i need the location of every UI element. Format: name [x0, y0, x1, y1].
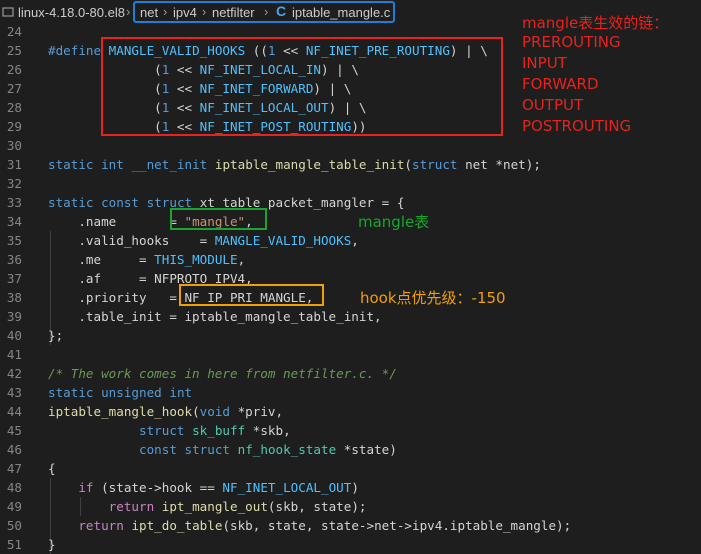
chain-postrouting: POSTROUTING [522, 117, 632, 135]
chevron-right-icon: › [202, 4, 207, 19]
code-text: .valid_hooks = MANGLE_VALID_HOOKS, [48, 233, 359, 248]
code-line[interactable]: 35 .valid_hooks = MANGLE_VALID_HOOKS, [0, 231, 701, 250]
code-line[interactable]: 36 .me = THIS_MODULE, [0, 250, 701, 269]
line-number: 39 [6, 309, 22, 324]
line-number: 35 [6, 233, 22, 248]
line-number: 34 [6, 214, 22, 229]
code-text: static int __net_init iptable_mangle_tab… [48, 157, 541, 172]
line-number: 50 [6, 518, 22, 533]
code-text: struct sk_buff *skb, [139, 423, 291, 438]
folder-icon [2, 7, 14, 17]
code-line[interactable]: 40}; [0, 326, 701, 345]
code-line[interactable]: 43 static unsigned int [0, 383, 701, 402]
code-line[interactable]: 49 return ipt_mangle_out(skb, state); [0, 497, 701, 516]
line-number: 47 [6, 461, 22, 476]
breadcrumb-folder[interactable]: linux-4.18.0-80.el8 [18, 5, 125, 20]
chains-title-annotation: mangle表生效的链： [522, 14, 669, 32]
code-text: { [48, 461, 56, 476]
line-number: 38 [6, 290, 22, 305]
line-number: 42 [6, 366, 22, 381]
name-highlight-box [170, 208, 267, 230]
code-text: iptable_mangle_hook(void *priv, [48, 404, 284, 419]
code-line[interactable]: 37 .af = NFPROTO_IPV4, [0, 269, 701, 288]
code-line[interactable]: 44 iptable_mangle_hook(void *priv, [0, 402, 701, 421]
code-line[interactable]: 30 [0, 136, 701, 155]
code-line[interactable]: 47 { [0, 459, 701, 478]
breadcrumb-file[interactable]: iptable_mangle.c [292, 5, 390, 20]
code-text: .table_init = iptable_mangle_table_init, [48, 309, 382, 324]
line-number: 49 [6, 499, 22, 514]
chevron-right-icon: › [264, 4, 269, 19]
code-line[interactable]: 38 .priority = NF_IP_PRI_MANGLE, [0, 288, 701, 307]
code-line[interactable]: 50 return ipt_do_table(skb, state, state… [0, 516, 701, 535]
chain-prerouting: PREROUTING [522, 33, 621, 51]
breadcrumb-item-netfilter[interactable]: netfilter [212, 5, 255, 20]
code-text: }; [48, 328, 64, 343]
breadcrumb-item-ipv4[interactable]: ipv4 [173, 5, 197, 20]
chevron-right-icon: › [126, 4, 131, 19]
chain-forward: FORWARD [522, 75, 599, 93]
line-number: 28 [6, 100, 22, 115]
line-number: 33 [6, 195, 22, 210]
breadcrumb-item-net[interactable]: net [140, 5, 158, 20]
line-number: 36 [6, 252, 22, 267]
line-number: 46 [6, 442, 22, 457]
code-line[interactable]: 41 [0, 345, 701, 364]
code-text: .me = THIS_MODULE, [48, 252, 246, 267]
line-number: 48 [6, 480, 22, 495]
code-line[interactable]: 39 .table_init = iptable_mangle_table_in… [0, 307, 701, 326]
line-number: 41 [6, 347, 22, 362]
line-number: 44 [6, 404, 22, 419]
line-number: 51 [6, 537, 22, 552]
line-number: 27 [6, 81, 22, 96]
code-text: /* The work comes in here from netfilter… [48, 366, 397, 381]
code-line[interactable]: 45 struct sk_buff *skb, [0, 421, 701, 440]
code-text: if (state->hook == NF_INET_LOCAL_OUT) [78, 480, 359, 495]
code-line[interactable]: 48 if (state->hook == NF_INET_LOCAL_OUT) [0, 478, 701, 497]
line-number: 30 [6, 138, 22, 153]
line-number: 45 [6, 423, 22, 438]
code-line[interactable]: 51} [0, 535, 701, 554]
line-number: 24 [6, 24, 22, 39]
line-number: 29 [6, 119, 22, 134]
code-line[interactable]: 33 static const struct xt_table packet_ma… [0, 193, 701, 212]
code-text: } [48, 537, 56, 552]
code-line[interactable]: 42 /* The work comes in here from netfilt… [0, 364, 701, 383]
code-line[interactable]: 31 static int __net_init iptable_mangle_t… [0, 155, 701, 174]
code-text: return ipt_do_table(skb, state, state->n… [78, 518, 572, 533]
line-number: 32 [6, 176, 22, 191]
line-number: 43 [6, 385, 22, 400]
code-text: const struct nf_hook_state *state) [139, 442, 397, 457]
priority-annotation: hook点优先级：-150 [360, 289, 506, 307]
line-number: 40 [6, 328, 22, 343]
code-text: return ipt_mangle_out(skb, state); [108, 499, 367, 514]
c-file-icon: C [276, 3, 287, 19]
chevron-right-icon: › [163, 4, 168, 19]
code-line[interactable]: 32 [0, 174, 701, 193]
line-number: 37 [6, 271, 22, 286]
line-number: 31 [6, 157, 22, 172]
code-line[interactable]: 46 const struct nf_hook_state *state) [0, 440, 701, 459]
table-annotation: mangle表 [358, 213, 430, 231]
chain-output: OUTPUT [522, 96, 584, 114]
line-number: 26 [6, 62, 22, 77]
code-text: static unsigned int [48, 385, 193, 400]
hooks-highlight-box [101, 37, 503, 136]
priority-highlight-box [179, 284, 324, 306]
chain-input: INPUT [522, 54, 567, 72]
code-line[interactable]: 34 .name = "mangle", [0, 212, 701, 231]
line-number: 25 [6, 43, 22, 58]
